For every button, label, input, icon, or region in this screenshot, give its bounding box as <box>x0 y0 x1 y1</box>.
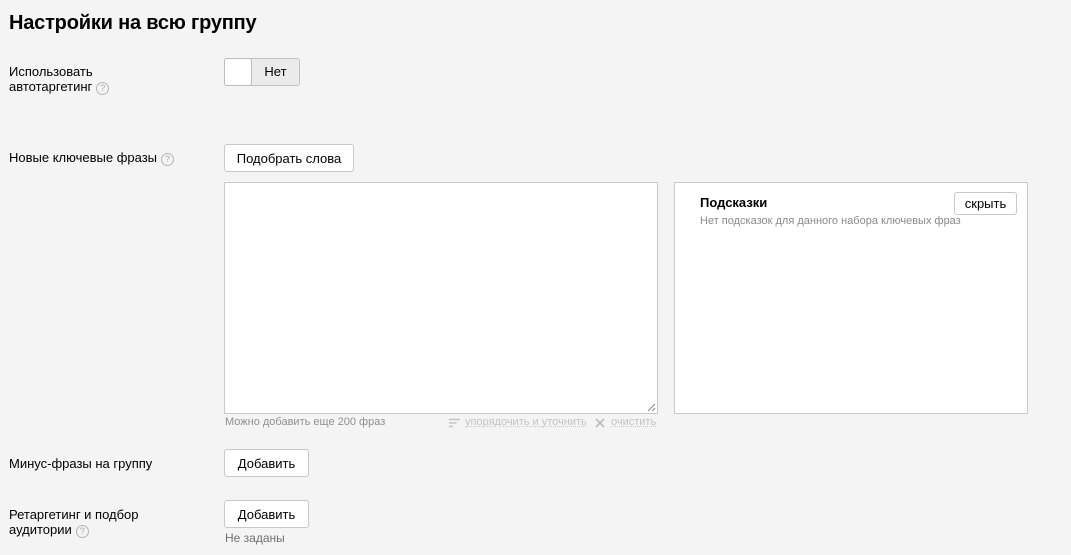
autotargeting-label: Использовать автотаргетинг? <box>9 64 110 95</box>
add-retargeting-button[interactable]: Добавить <box>224 500 309 528</box>
help-icon[interactable]: ? <box>96 82 110 95</box>
page-title: Настройки на всю группу <box>9 12 257 34</box>
autotargeting-label-line1: Использовать <box>9 64 93 79</box>
sort-refine-link[interactable]: упорядочить и уточнить <box>465 416 587 428</box>
retargeting-label-line1: Ретаргетинг и подбор <box>9 507 139 522</box>
help-icon[interactable]: ? <box>161 153 175 166</box>
resize-grip-icon[interactable] <box>646 402 656 412</box>
toggle-value: Нет <box>264 64 287 79</box>
keywords-counter: Можно добавить еще 200 фраз <box>225 416 386 428</box>
retargeting-label: Ретаргетинг и подбор аудитории? <box>9 507 139 538</box>
negative-keywords-label: Минус-фразы на группу <box>9 456 153 471</box>
add-negative-keywords-button[interactable]: Добавить <box>224 449 309 477</box>
keywords-label: Новые ключевые фразы? <box>9 150 175 166</box>
hide-hints-button[interactable]: скрыть <box>954 192 1017 215</box>
autotargeting-toggle[interactable]: Нет <box>224 58 300 86</box>
pick-words-button[interactable]: Подобрать слова <box>224 144 354 172</box>
keywords-textarea[interactable] <box>224 182 658 414</box>
clear-link[interactable]: очистить <box>611 416 656 428</box>
hints-panel: Подсказки скрыть Нет подсказок для данно… <box>674 182 1028 414</box>
cross-icon[interactable] <box>595 418 605 428</box>
retargeting-status: Не заданы <box>225 531 285 545</box>
retargeting-label-line2: аудитории <box>9 522 72 537</box>
hints-title: Подсказки <box>700 195 768 210</box>
toggle-knob[interactable] <box>224 58 252 86</box>
autotargeting-label-line2: автотаргетинг <box>9 79 93 94</box>
sort-lines-icon[interactable] <box>449 418 460 428</box>
hints-empty-text: Нет подсказок для данного набора ключевы… <box>700 215 961 227</box>
help-icon[interactable]: ? <box>75 525 89 538</box>
keywords-label-text: Новые ключевые фразы <box>9 150 158 165</box>
